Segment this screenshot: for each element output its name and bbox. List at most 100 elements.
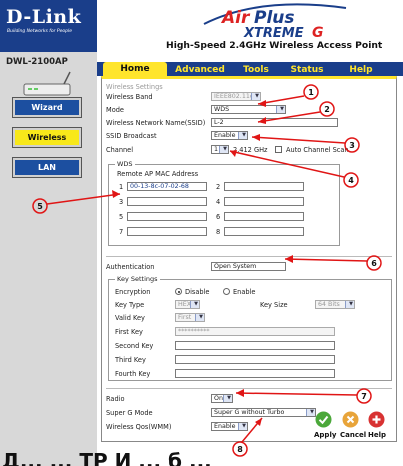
apply-check-icon[interactable] [315, 411, 332, 428]
ssid-broadcast-label: SSID Broadcast [106, 132, 157, 140]
tab-tools[interactable]: Tools [236, 63, 276, 76]
svg-text:Air: Air [220, 8, 251, 28]
help-plus-icon[interactable] [368, 411, 385, 428]
sidebar-item-lan[interactable]: LAN [12, 157, 82, 178]
annotation-4-label: 4 [348, 176, 354, 185]
chevron-down-icon: ▼ [242, 132, 246, 138]
key-size-select: 64 Bits ▼ [315, 300, 355, 309]
valid-key-select: First ▼ [175, 313, 205, 322]
wireless-band-label: Wireless Band [106, 93, 153, 101]
channel-select[interactable]: 1 ▼ [211, 145, 229, 154]
channel-label: Channel [106, 146, 134, 154]
model-name: DWL-2100AP [6, 57, 68, 67]
encryption-enable-radio[interactable] [223, 288, 230, 295]
encryption-disable-radio[interactable] [175, 288, 182, 295]
wds-slot-number: 1 [119, 183, 124, 191]
second-key-label: Second Key [115, 342, 154, 350]
cancel-button[interactable]: Cancel [340, 431, 366, 439]
authentication-label: Authentication [106, 263, 155, 271]
wds-mac-input[interactable] [224, 227, 304, 236]
key-settings-legend: Key Settings [115, 275, 160, 283]
header: D-Link Building Networks for People Air … [0, 0, 403, 52]
tab-status[interactable]: Status [281, 63, 333, 76]
ssid-input[interactable]: L-2 [211, 118, 338, 127]
annotation-2-label: 2 [324, 105, 330, 114]
ssid-label: Wireless Network Name(SSID) [106, 119, 206, 127]
chevron-down-icon: ▼ [349, 301, 353, 307]
sidebar-item-wireless[interactable]: Wireless [12, 127, 82, 148]
third-key-label: Third Key [115, 356, 146, 364]
wds-fieldset: WDS Remote AP MAC Address 1 00-13-8c-07-… [108, 160, 340, 246]
second-key-input [175, 341, 335, 350]
mode-select[interactable]: WDS ▼ [211, 105, 286, 114]
svg-text:Plus: Plus [254, 8, 295, 28]
wireless-qos-select[interactable]: Enable ▼ [211, 422, 248, 431]
product-subtitle: High-Speed 2.4GHz Wireless Access Point [166, 40, 383, 51]
auto-channel-scan-checkbox[interactable] [275, 146, 282, 153]
encryption-enable-label: Enable [233, 288, 256, 296]
key-settings-fieldset: Key Settings Encryption Disable Enable K… [108, 275, 392, 381]
wds-slot-number: 8 [216, 228, 221, 236]
super-g-mode-label: Super G Mode [106, 409, 153, 417]
apply-button[interactable]: Apply [314, 431, 336, 439]
chevron-down-icon: ▼ [223, 146, 227, 152]
wds-mac-input[interactable]: 00-13-8c-07-02-68 [127, 182, 207, 191]
ssid-broadcast-select[interactable]: Enable ▼ [211, 131, 248, 140]
chevron-down-icon: ▼ [227, 395, 231, 401]
annotation-6-label: 6 [371, 259, 377, 268]
wireless-qos-label: Wireless Qos(WMM) [106, 423, 172, 431]
chevron-down-icon: ▼ [310, 409, 314, 415]
auto-channel-scan-label: Auto Channel Scan [286, 146, 349, 154]
wds-legend: WDS [115, 160, 135, 168]
wds-mac-input[interactable] [127, 227, 207, 236]
tab-home[interactable]: Home [103, 62, 167, 76]
wds-mac-input[interactable] [127, 197, 207, 206]
svg-text:XTREME: XTREME [243, 26, 304, 40]
help-button[interactable]: Help [368, 431, 386, 439]
wds-slot-number: 2 [216, 183, 221, 191]
super-g-mode-select[interactable]: Super G without Turbo ▼ [211, 408, 316, 417]
chevron-down-icon: ▼ [280, 106, 284, 112]
mode-label: Mode [106, 106, 124, 114]
encryption-label: Encryption [115, 288, 151, 296]
wds-slot-number: 7 [119, 228, 124, 236]
wds-mac-input[interactable] [224, 212, 304, 221]
key-type-select: HEX ▼ [175, 300, 200, 309]
wireless-settings-panel: Wireless Settings Wireless Band IEEE802.… [101, 76, 397, 442]
svg-text:G: G [312, 25, 324, 40]
chevron-down-icon: ▼ [199, 314, 203, 320]
dlink-logo: D-Link Building Networks for People [0, 0, 97, 52]
chevron-down-icon: ▼ [194, 301, 198, 307]
sidebar: DWL-2100AP Wizard Wireless LAN [0, 52, 97, 466]
wds-slot-number: 6 [216, 213, 221, 221]
third-key-input [175, 355, 335, 364]
wds-mac-input[interactable] [127, 212, 207, 221]
annotation-5-label: 5 [37, 202, 43, 211]
chevron-down-icon: ▼ [255, 93, 259, 99]
encryption-disable-label: Disable [185, 288, 210, 296]
annotation-8-label: 8 [237, 445, 243, 454]
annotation-7-label: 7 [361, 392, 367, 401]
wds-slot-number: 4 [216, 198, 221, 206]
sidebar-item-wizard[interactable]: Wizard [12, 97, 82, 118]
annotation-1-label: 1 [308, 88, 314, 97]
tab-advanced[interactable]: Advanced [170, 63, 230, 76]
wds-mac-input[interactable] [224, 197, 304, 206]
key-type-label: Key Type [115, 301, 145, 309]
brand-name: D-Link [6, 6, 82, 28]
radio-select[interactable]: On ▼ [211, 394, 233, 403]
section-title: Wireless Settings [106, 83, 163, 91]
wds-mac-input[interactable] [224, 182, 304, 191]
page-caption: Д... ... ТР И ... б ... [2, 449, 212, 466]
channel-frequency: 2.412 GHz [233, 146, 268, 154]
wireless-band-select: IEEE802.11g ▼ [211, 92, 261, 101]
fourth-key-input [175, 369, 335, 378]
first-key-input: ********** [175, 327, 335, 336]
cancel-x-icon[interactable] [342, 411, 359, 428]
wds-slot-number: 3 [119, 198, 124, 206]
access-point-icon [23, 71, 71, 96]
authentication-select[interactable]: Open System [211, 262, 286, 271]
brand-tagline: Building Networks for People [7, 29, 72, 34]
tab-help[interactable]: Help [341, 63, 381, 76]
airplus-logo: Air Plus XTREME G [203, 3, 347, 40]
